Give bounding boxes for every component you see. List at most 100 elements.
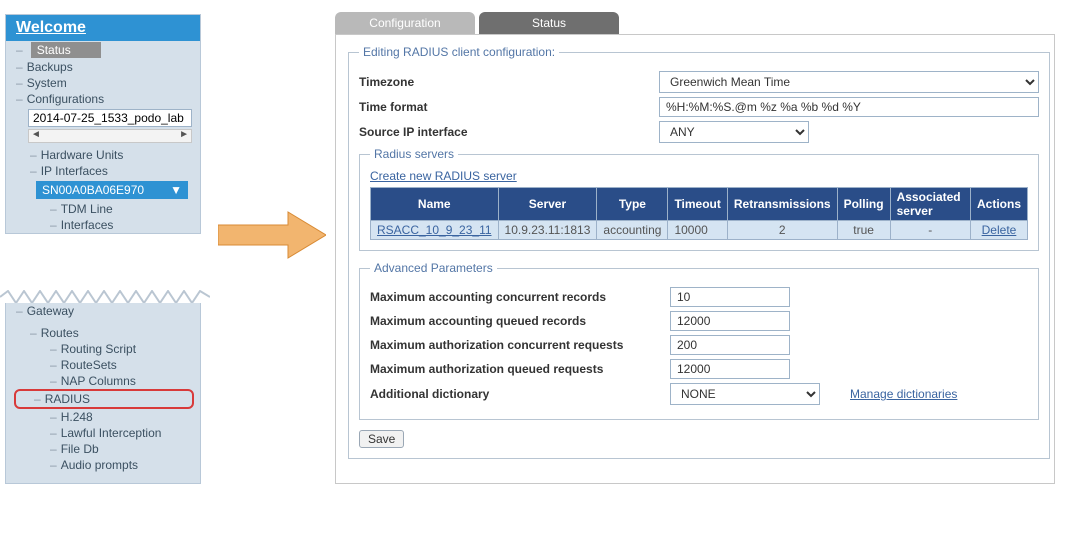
chevron-down-icon: ▼	[170, 183, 182, 197]
cell-polling: true	[837, 221, 890, 240]
nav-routes-label: Routes	[41, 326, 79, 340]
nav-routing-script-label: Routing Script	[61, 342, 136, 356]
nav-filedb[interactable]: – File Db	[6, 441, 200, 457]
col-timeout: Timeout	[668, 188, 727, 221]
tree-dash-icon: –	[50, 458, 57, 472]
max-acc-conc-input[interactable]	[670, 287, 790, 307]
radius-servers-legend: Radius servers	[370, 147, 458, 161]
nav-ip-interfaces-label: IP Interfaces	[41, 164, 108, 178]
nav-system[interactable]: – System	[6, 75, 200, 91]
col-actions: Actions	[970, 188, 1027, 221]
sourceip-select[interactable]: ANY	[659, 121, 809, 143]
timeformat-label: Time format	[359, 100, 659, 114]
cell-assoc: -	[890, 221, 970, 240]
tree-dash-icon: –	[50, 410, 57, 424]
col-polling: Polling	[837, 188, 890, 221]
sidebar-top: Welcome – Status – Backups – System – Co…	[5, 14, 201, 234]
nav-lawful[interactable]: – Lawful Interception	[6, 425, 200, 441]
tree-dash-icon: –	[50, 202, 57, 216]
nav-radius[interactable]: – RADIUS	[34, 391, 192, 407]
delete-link[interactable]: Delete	[982, 223, 1017, 237]
tab-status[interactable]: Status	[479, 12, 619, 34]
nav-configurations[interactable]: – Configurations	[6, 91, 200, 107]
nav-h248[interactable]: – H.248	[6, 409, 200, 425]
nav-nap-columns-label: NAP Columns	[61, 374, 136, 388]
tree-dash-icon: –	[50, 442, 57, 456]
nav-routing-script[interactable]: – Routing Script	[6, 341, 200, 357]
tab-configuration[interactable]: Configuration	[335, 12, 475, 34]
dict-select[interactable]: NONE	[670, 383, 820, 405]
nav-routesets-label: RouteSets	[61, 358, 117, 372]
table-row: RSACC_10_9_23_11 10.9.23.11:1813 account…	[371, 221, 1028, 240]
cell-retrans: 2	[727, 221, 837, 240]
nav-hardware-units[interactable]: – Hardware Units	[6, 147, 200, 163]
main-panel: Configuration Status Editing RADIUS clie…	[335, 12, 1058, 484]
col-type: Type	[597, 188, 668, 221]
advanced-legend: Advanced Parameters	[370, 261, 497, 275]
max-acc-conc-label: Maximum accounting concurrent records	[370, 290, 670, 304]
max-auth-conc-label: Maximum authorization concurrent request…	[370, 338, 670, 352]
cell-timeout: 10000	[668, 221, 727, 240]
nav-lawful-label: Lawful Interception	[61, 426, 162, 440]
welcome-header[interactable]: Welcome	[6, 15, 200, 41]
nav-nap-columns[interactable]: – NAP Columns	[6, 373, 200, 389]
timezone-select[interactable]: Greenwich Mean Time	[659, 71, 1039, 93]
tree-dash-icon: –	[50, 426, 57, 440]
torn-edge-icon	[0, 290, 210, 304]
nav-routes[interactable]: – Routes	[6, 325, 200, 341]
nav-tdm-line[interactable]: – TDM Line	[6, 201, 200, 217]
config-panel: Editing RADIUS client configuration: Tim…	[335, 34, 1055, 484]
max-auth-conc-input[interactable]	[670, 335, 790, 355]
config-name-field[interactable]: 2014-07-25_1533_podo_lab	[28, 109, 192, 127]
col-server: Server	[498, 188, 597, 221]
timezone-label: Timezone	[359, 75, 659, 89]
nav-routesets[interactable]: – RouteSets	[6, 357, 200, 373]
nav-hardware-units-label: Hardware Units	[41, 148, 124, 162]
sidebar-bottom: – Gateway – Routes – Routing Script – Ro…	[5, 303, 201, 484]
sourceip-label: Source IP interface	[359, 125, 659, 139]
tree-dash-icon: –	[16, 304, 23, 318]
dict-label: Additional dictionary	[370, 387, 670, 401]
tree-dash-icon: –	[50, 342, 57, 356]
tree-dash-icon: –	[50, 358, 57, 372]
config-scrollbar[interactable]: ◄ ►	[28, 129, 192, 143]
device-select-value: SN00A0BA06E970	[42, 183, 144, 197]
radius-servers-fieldset: Radius servers Create new RADIUS server …	[359, 147, 1039, 251]
create-radius-server-link[interactable]: Create new RADIUS server	[370, 169, 517, 183]
nav-interfaces[interactable]: – Interfaces	[6, 217, 200, 233]
nav-interfaces-label: Interfaces	[61, 218, 114, 232]
tree-dash-icon: –	[30, 148, 37, 162]
nav-audio[interactable]: – Audio prompts	[6, 457, 200, 473]
radius-servers-table: Name Server Type Timeout Retransmissions…	[370, 187, 1028, 240]
timeformat-input[interactable]	[659, 97, 1039, 117]
tree-dash-icon: –	[16, 92, 23, 106]
tree-dash-icon: –	[16, 60, 23, 74]
tree-dash-icon: –	[16, 43, 23, 57]
nav-gateway[interactable]: – Gateway	[6, 303, 200, 319]
col-name: Name	[371, 188, 499, 221]
nav-filedb-label: File Db	[61, 442, 99, 456]
edit-fieldset: Editing RADIUS client configuration: Tim…	[348, 45, 1050, 459]
nav-backups[interactable]: – Backups	[6, 59, 200, 75]
nav-ip-interfaces[interactable]: – IP Interfaces	[6, 163, 200, 179]
nav-configurations-label: Configurations	[27, 92, 104, 106]
tree-dash-icon: –	[16, 76, 23, 90]
device-select[interactable]: SN00A0BA06E970 ▼	[36, 181, 188, 199]
nav-tdm-line-label: TDM Line	[61, 202, 113, 216]
nav-radius-highlight: – RADIUS	[14, 389, 194, 409]
cell-type: accounting	[597, 221, 668, 240]
scroll-left-icon[interactable]: ◄	[31, 129, 41, 140]
tree-dash-icon: –	[30, 326, 37, 340]
nav-status[interactable]: – Status	[6, 41, 200, 59]
tabs: Configuration Status	[335, 12, 1058, 34]
save-button[interactable]: Save	[359, 430, 404, 448]
max-auth-q-label: Maximum authorization queued requests	[370, 362, 670, 376]
scroll-right-icon[interactable]: ►	[179, 129, 189, 140]
max-acc-q-input[interactable]	[670, 311, 790, 331]
server-name-link[interactable]: RSACC_10_9_23_11	[377, 223, 492, 237]
max-auth-q-input[interactable]	[670, 359, 790, 379]
manage-dictionaries-link[interactable]: Manage dictionaries	[850, 387, 957, 401]
tree-dash-icon: –	[50, 218, 57, 232]
nav-gateway-label: Gateway	[27, 304, 74, 318]
edit-legend: Editing RADIUS client configuration:	[359, 45, 559, 59]
